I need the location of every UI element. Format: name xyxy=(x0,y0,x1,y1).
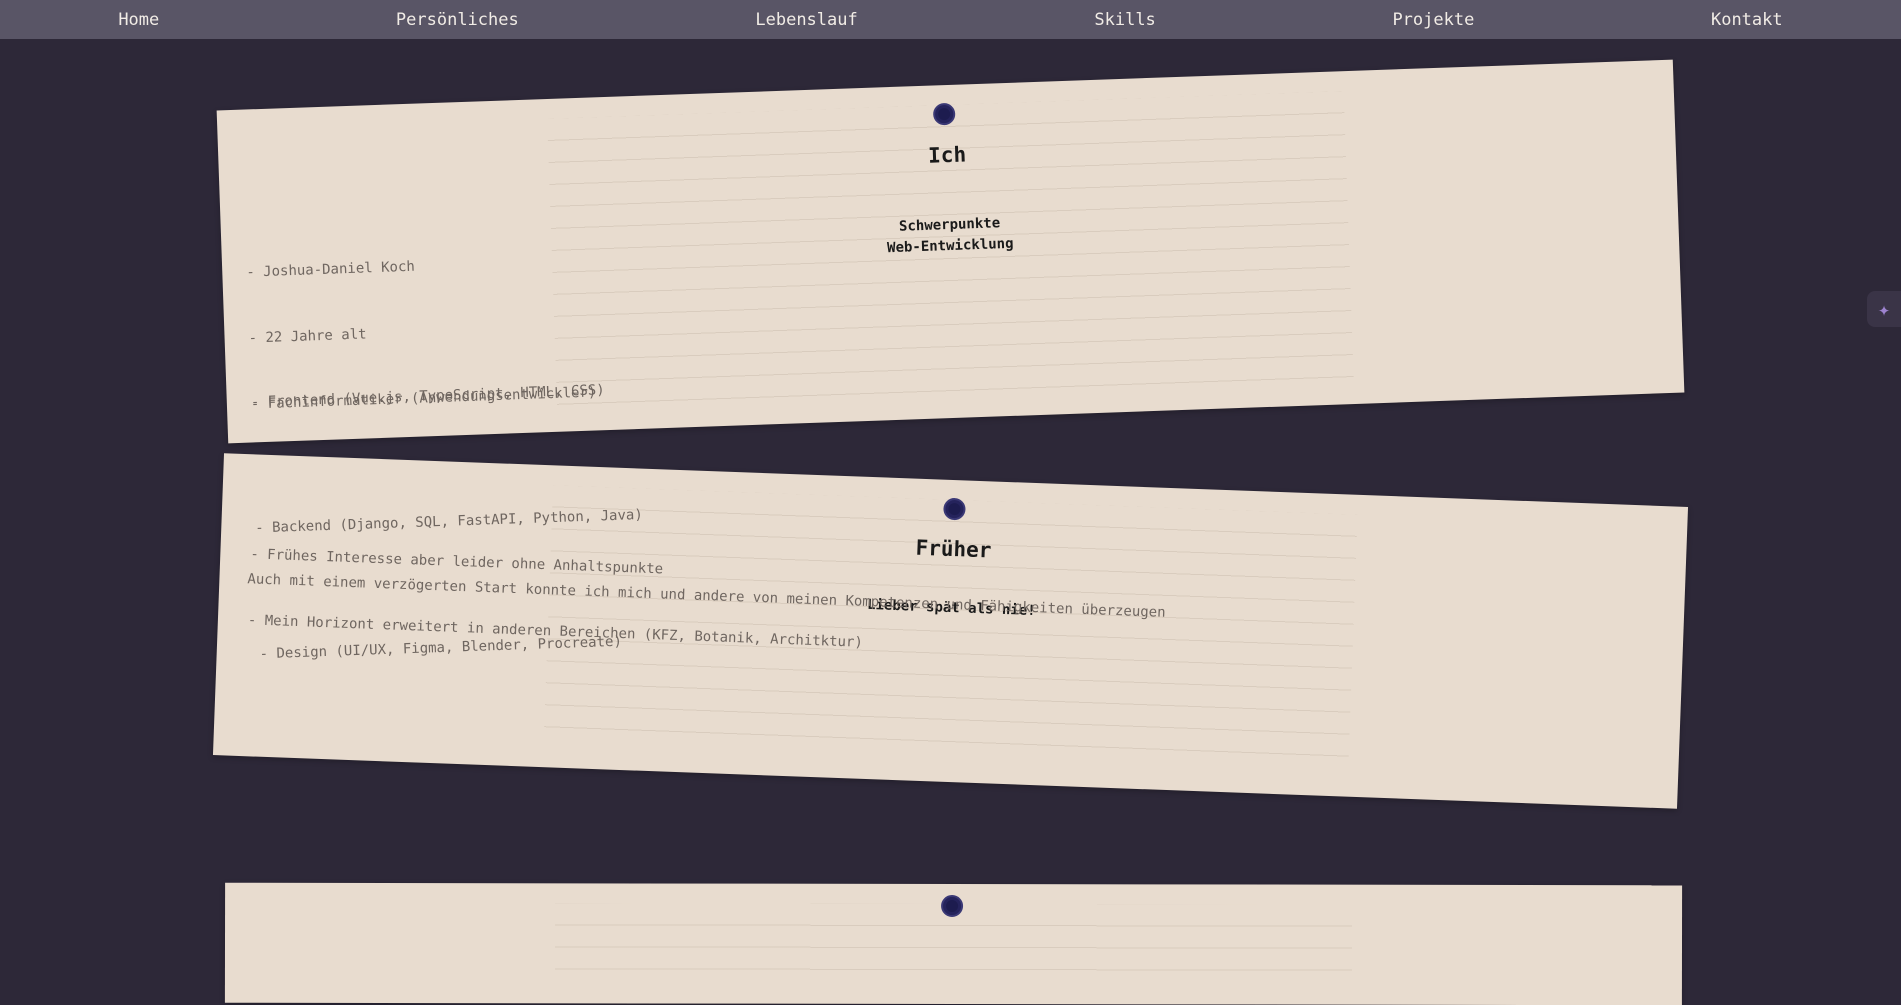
nav-home[interactable]: Home xyxy=(106,10,171,30)
skills-list: - Frontend (Vue.js, TypeScript, HTML, CS… xyxy=(247,284,651,759)
card-third xyxy=(224,882,1683,1005)
nav-contact[interactable]: Kontakt xyxy=(1699,10,1795,30)
list-item: - Backend (Django, SQL, FastAPI, Python,… xyxy=(254,506,644,537)
pin-icon xyxy=(941,894,964,918)
nav-skills[interactable]: Skills xyxy=(1082,10,1167,30)
nav-cv[interactable]: Lebenslauf xyxy=(743,10,869,30)
pin-icon xyxy=(932,102,956,126)
nav-projects[interactable]: Projekte xyxy=(1380,10,1486,30)
card-ich: Ich Schwerpunkte Web-Entwicklung - Joshu… xyxy=(216,59,1685,662)
list-item: - Frontend (Vue.js, TypeScript, HTML, CS… xyxy=(250,382,605,411)
list-item: - Design (UI/UX, Figma, Blender, Procrea… xyxy=(259,633,623,663)
nav-personal[interactable]: Persönliches xyxy=(384,10,531,30)
pin-icon xyxy=(943,497,966,521)
top-navbar: Home Persönliches Lebenslauf Skills Proj… xyxy=(0,0,1901,39)
sparkle-icon[interactable]: ✦ xyxy=(1867,291,1901,327)
card-title-ich: Ich xyxy=(927,142,967,168)
list-item: - Joshua-Daniel Koch xyxy=(246,258,416,281)
